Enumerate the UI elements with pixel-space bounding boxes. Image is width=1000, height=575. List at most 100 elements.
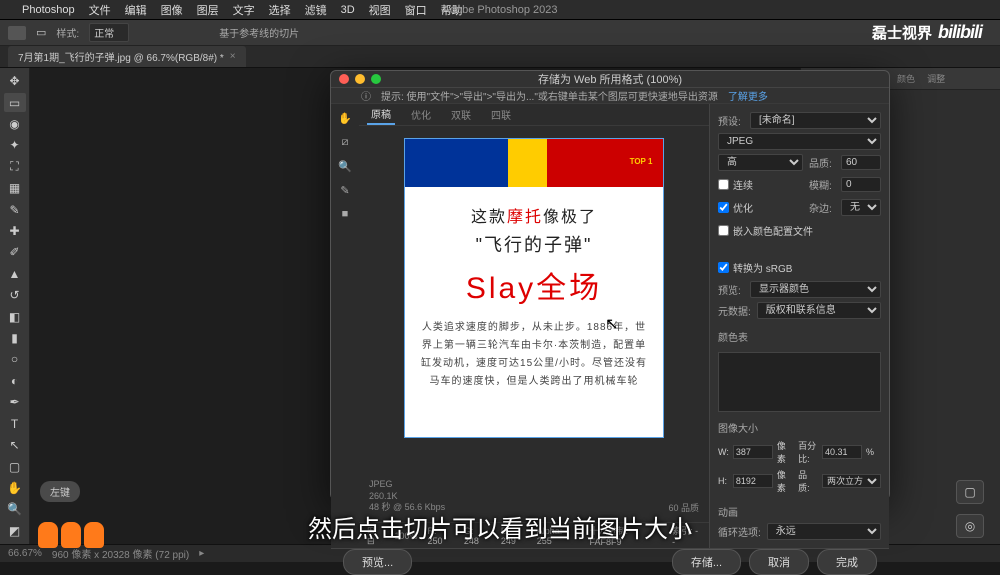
- chevron-right-icon[interactable]: ▸: [199, 548, 204, 559]
- stamp-tool-icon[interactable]: ▲: [4, 265, 26, 283]
- maximize-window-icon[interactable]: [371, 74, 381, 84]
- menu-window[interactable]: 窗口: [405, 2, 427, 18]
- learn-more-link[interactable]: 了解更多: [728, 88, 768, 103]
- blur-input[interactable]: [841, 177, 881, 192]
- preview-area[interactable]: TOP 1 这款摩托像极了 "飞行的子弹" Slay全场 人类追求速度的脚步，从…: [359, 126, 709, 522]
- tv-icon[interactable]: ▢: [956, 480, 984, 504]
- convert-srgb-checkbox[interactable]: [718, 262, 729, 273]
- menu-type[interactable]: 文字: [233, 2, 255, 18]
- tab-2up[interactable]: 双联: [447, 105, 475, 124]
- minimize-window-icon[interactable]: [355, 74, 365, 84]
- marquee-tool-icon[interactable]: ▭: [4, 93, 26, 111]
- zoom-tool-icon[interactable]: 🔍: [335, 156, 355, 176]
- close-icon[interactable]: ×: [230, 51, 236, 62]
- hand-tool-icon[interactable]: ✋: [4, 479, 26, 497]
- format-select[interactable]: JPEG: [718, 133, 881, 150]
- lasso-tool-icon[interactable]: ◉: [4, 115, 26, 133]
- color-swatch-icon[interactable]: ■: [335, 204, 355, 224]
- type-tool-icon[interactable]: T: [4, 415, 26, 433]
- hint-text: 提示: 使用"文件">"导出">"导出为..."或右键单击某个图层可更快速地导出…: [381, 88, 718, 103]
- menu-view[interactable]: 视图: [369, 2, 391, 18]
- toolbox: ✥ ▭ ◉ ✦ ⛶ ▦ ✎ ✚ ✐ ▲ ↺ ◧ ▮ ○ ◐ ✒ T ↖ ▢ ✋ …: [0, 68, 30, 544]
- shape-tool-icon[interactable]: ▢: [4, 457, 26, 475]
- pen-tool-icon[interactable]: ✒: [4, 393, 26, 411]
- loop-label: 循环选项:: [718, 524, 761, 539]
- preview-button[interactable]: 预览...: [343, 549, 412, 575]
- progressive-checkbox[interactable]: [718, 179, 729, 190]
- save-button[interactable]: 存储...: [672, 549, 741, 575]
- top1-badge: TOP 1: [627, 147, 655, 175]
- dodge-tool-icon[interactable]: ◐: [4, 372, 26, 390]
- tab-original[interactable]: 原稿: [367, 104, 395, 125]
- percent-input[interactable]: [822, 445, 862, 459]
- document-tab[interactable]: 7月第1期_飞行的子弹.jpg @ 66.7%(RGB/8#) * ×: [8, 46, 246, 67]
- colortable-box[interactable]: [718, 352, 881, 412]
- embed-profile-checkbox[interactable]: [718, 225, 729, 236]
- zoom-tool-icon[interactable]: 🔍: [4, 500, 26, 518]
- image-line2: "飞行的子弹": [417, 231, 651, 257]
- matte-label: 杂边:: [809, 200, 835, 215]
- embed-profile-label: 嵌入颜色配置文件: [733, 223, 813, 238]
- home-button[interactable]: [8, 26, 26, 40]
- menu-edit[interactable]: 编辑: [125, 2, 147, 18]
- optimized-label: 优化: [733, 200, 753, 215]
- path-tool-icon[interactable]: ↖: [4, 436, 26, 454]
- loop-select[interactable]: 永远: [767, 523, 881, 540]
- slice-tool-icon[interactable]: ⧄: [335, 132, 355, 152]
- camera-icon[interactable]: ◎: [956, 514, 984, 538]
- zoom-level[interactable]: 66.67%: [8, 548, 42, 559]
- quality-input[interactable]: [841, 155, 881, 170]
- menu-file[interactable]: 文件: [89, 2, 111, 18]
- app-name[interactable]: Photoshop: [22, 4, 75, 16]
- close-window-icon[interactable]: [339, 74, 349, 84]
- preview-image[interactable]: TOP 1 这款摩托像极了 "飞行的子弹" Slay全场 人类追求速度的脚步，从…: [404, 138, 664, 438]
- width-input[interactable]: [733, 445, 773, 459]
- frame-tool-icon[interactable]: ▦: [4, 179, 26, 197]
- menu-select[interactable]: 选择: [269, 2, 291, 18]
- preset-select[interactable]: [未命名]: [750, 112, 881, 129]
- eyedropper-tool-icon[interactable]: ✎: [4, 200, 26, 218]
- blur-tool-icon[interactable]: ○: [4, 350, 26, 368]
- crop-icon[interactable]: ▭: [36, 26, 46, 39]
- metadata-select[interactable]: 版权和联系信息: [757, 302, 881, 319]
- eraser-tool-icon[interactable]: ◧: [4, 307, 26, 325]
- tab-adjust[interactable]: 调整: [921, 72, 951, 85]
- px1-label: 像素: [777, 439, 794, 465]
- hand-tool-icon[interactable]: ✋: [335, 108, 355, 128]
- tab-optimized[interactable]: 优化: [407, 105, 435, 124]
- wand-tool-icon[interactable]: ✦: [4, 136, 26, 154]
- menu-filter[interactable]: 滤镜: [305, 2, 327, 18]
- history-brush-icon[interactable]: ↺: [4, 286, 26, 304]
- optimized-checkbox[interactable]: [718, 202, 729, 213]
- brush-tool-icon[interactable]: ✐: [4, 243, 26, 261]
- tab-4up[interactable]: 四联: [487, 105, 515, 124]
- style-select[interactable]: 正常: [89, 23, 129, 42]
- style-label: 样式:: [56, 25, 79, 40]
- color-swatch-icon[interactable]: ◩: [4, 522, 26, 540]
- gradient-tool-icon[interactable]: ▮: [4, 329, 26, 347]
- slice-option[interactable]: 基于参考线的切片: [219, 25, 299, 40]
- metadata-label: 元数据:: [718, 303, 751, 318]
- cancel-button[interactable]: 取消: [749, 549, 809, 575]
- preview-label: 预览:: [718, 282, 744, 297]
- tab-color[interactable]: 颜色: [891, 72, 921, 85]
- matte-select[interactable]: 无: [841, 199, 881, 216]
- done-button[interactable]: 完成: [817, 549, 877, 575]
- menu-layer[interactable]: 图层: [197, 2, 219, 18]
- menu-image[interactable]: 图像: [161, 2, 183, 18]
- move-tool-icon[interactable]: ✥: [4, 72, 26, 90]
- heal-tool-icon[interactable]: ✚: [4, 222, 26, 240]
- quality-preset-select[interactable]: 高: [718, 154, 803, 171]
- info-icon: ⓘ: [361, 88, 371, 103]
- resample-select[interactable]: 两次立方: [822, 474, 881, 488]
- menu-3d[interactable]: 3D: [341, 4, 355, 16]
- preview-select[interactable]: 显示器颜色: [750, 281, 881, 298]
- height-input[interactable]: [733, 474, 773, 488]
- dialog-tools: ✋ ⧄ 🔍 ✎ ■: [331, 104, 359, 548]
- eyedropper-tool-icon[interactable]: ✎: [335, 180, 355, 200]
- dialog-hint-bar: ⓘ 提示: 使用"文件">"导出">"导出为..."或右键单击某个图层可更快速地…: [331, 88, 889, 104]
- dialog-titlebar[interactable]: 存储为 Web 所用格式 (100%): [331, 71, 889, 88]
- crop-tool-icon[interactable]: ⛶: [4, 158, 26, 176]
- save-for-web-dialog: 存储为 Web 所用格式 (100%) ⓘ 提示: 使用"文件">"导出">"导…: [330, 70, 890, 500]
- subtitle-caption: 然后点击切片可以看到当前图片大小: [308, 509, 692, 544]
